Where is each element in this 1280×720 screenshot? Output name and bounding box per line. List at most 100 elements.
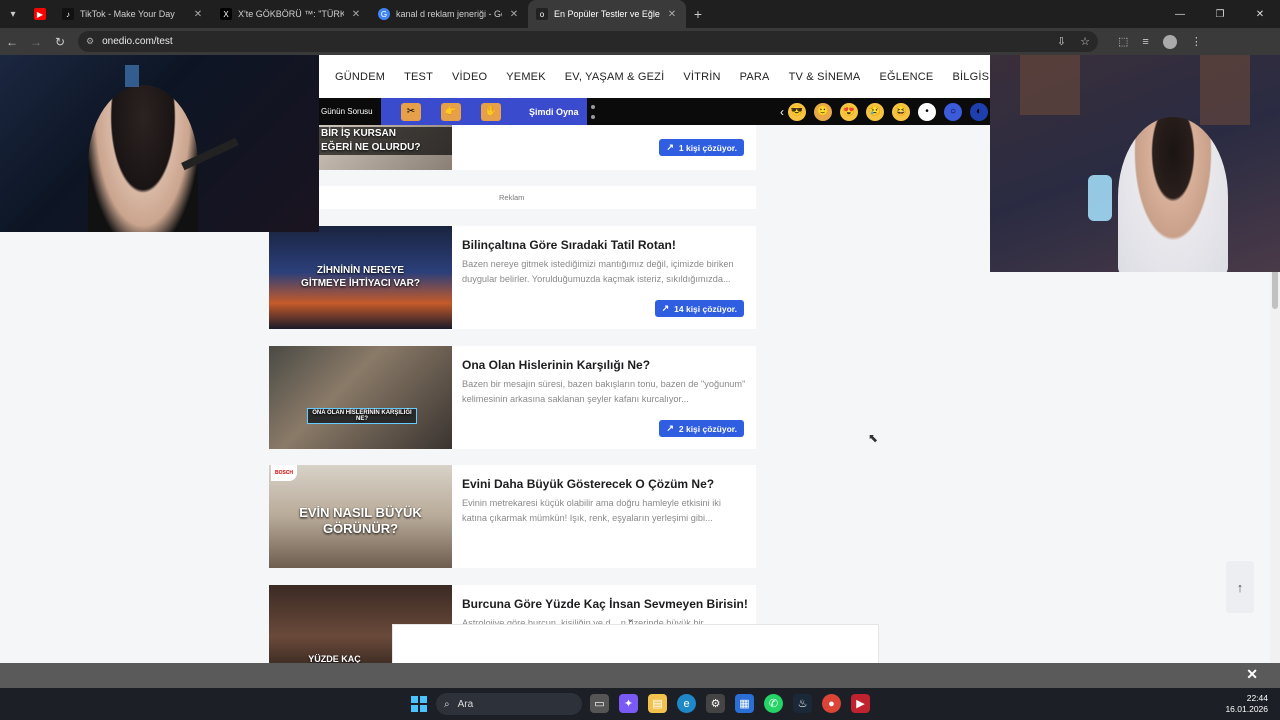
nav-item-para[interactable]: PARA	[740, 71, 770, 83]
emoji-tile-icon: ✂	[401, 102, 421, 121]
minimize-icon[interactable]: —	[1160, 0, 1200, 28]
reaction-icon[interactable]: ◐	[970, 102, 988, 121]
card-title[interactable]: Evini Daha Büyük Gösterecek O Çözüm Ne?	[462, 477, 714, 491]
nav-item-eglence[interactable]: EĞLENCE	[879, 71, 933, 83]
reaction-icon[interactable]: 😢	[866, 102, 884, 121]
bottom-overlay-bar	[0, 663, 1280, 688]
new-tab-button[interactable]: +	[686, 6, 710, 22]
forward-icon[interactable]: →	[24, 28, 48, 55]
reaction-icon[interactable]: 😍	[840, 102, 858, 121]
media-control-icon[interactable]: ≡	[1142, 36, 1148, 48]
led-light	[125, 65, 139, 87]
card-title[interactable]: Bilinçaltına Göre Sıradaki Tatil Rotan!	[462, 238, 676, 252]
chevron-left-icon[interactable]: ‹	[780, 105, 784, 119]
card-description: Bazen nereye gitmek istediğimizi mantığı…	[462, 259, 734, 284]
reaction-icon[interactable]: 😆	[892, 102, 910, 121]
nav-item-ev-yasam-gezi[interactable]: EV, YAŞAM & GEZİ	[565, 71, 665, 83]
trending-icon: ↗	[666, 423, 674, 433]
tab-title: kanal d reklam jeneriği - Google	[396, 9, 502, 19]
daily-question-emojis[interactable]: ✂ 👉 ✋	[381, 98, 521, 125]
reaction-icon[interactable]: ○	[944, 102, 962, 121]
test-card-partial[interactable]: BİR İŞ KURSAN EĞERİ NE OLURDU? ↗ 1 kişi …	[319, 125, 756, 170]
extensions-icon[interactable]: ⬚	[1118, 35, 1128, 48]
tab-google[interactable]: G kanal d reklam jeneriği - Google ✕	[370, 0, 528, 28]
url-text: onedio.com/test	[102, 36, 173, 47]
thumb-caption: ZİHNİNİN NEREYE GİTMEYE İHTİYACI VAR?	[301, 265, 420, 289]
tab-x[interactable]: X X'te GÖKBÖRÜ ™: "TÜRKİYE TÜ ✕	[212, 0, 370, 28]
settings-gear-icon[interactable]: ⚙	[706, 694, 725, 713]
nav-item-yemek[interactable]: YEMEK	[506, 71, 546, 83]
solver-count-badge[interactable]: ↗ 2 kişi çözüyor.	[659, 420, 744, 437]
carousel-dots[interactable]	[591, 104, 595, 119]
trending-icon: ↗	[661, 303, 670, 313]
address-bar-row: ← → ↻ ⚙ onedio.com/test ⇩ ☆ ⬚ ≡ ⋮	[0, 28, 1280, 55]
tab-youtube[interactable]: ▶	[26, 0, 54, 28]
toolbar-icons: ⬚ ≡ ⋮	[1118, 34, 1202, 49]
card-thumbnail[interactable]: BOSCH EVİN NASIL BÜYÜK GÖRÜNÜR?	[269, 465, 452, 568]
nav-item-vitrin[interactable]: VİTRİN	[683, 71, 720, 83]
reaction-icon[interactable]: •	[918, 102, 936, 121]
taskbar-search[interactable]: ⌕ Ara	[436, 693, 582, 715]
reaction-icons: 😎 🙂 😍 😢 😆 • ○ ◐	[788, 102, 988, 121]
card-thumbnail[interactable]: ZİHNİNİN NEREYE GİTMEYE İHTİYACI VAR?	[269, 226, 452, 329]
solver-count-badge[interactable]: ↗ 1 kişi çözüyor.	[659, 139, 744, 156]
close-icon[interactable]: ✕	[1246, 666, 1258, 683]
bottom-ad-slot[interactable]	[392, 624, 879, 663]
wall-decor	[1020, 55, 1080, 115]
reload-icon[interactable]: ↻	[48, 28, 72, 55]
copilot-icon[interactable]: ✦	[619, 694, 638, 713]
chrome-icon[interactable]: ●	[822, 694, 841, 713]
test-card[interactable]: ZİHNİNİN NEREYE GİTMEYE İHTİYACI VAR? Bi…	[269, 226, 756, 329]
tab-search-icon[interactable]: ▾	[0, 0, 26, 28]
url-input[interactable]: ⚙ onedio.com/test ⇩ ☆	[78, 31, 1098, 52]
bookmark-star-icon[interactable]: ☆	[1080, 35, 1090, 48]
reaction-icon[interactable]: 🙂	[814, 102, 832, 121]
nav-item-gundem[interactable]: GÜNDEM	[335, 71, 385, 83]
card-thumbnail[interactable]: BİR İŞ KURSAN EĞERİ NE OLURDU?	[319, 125, 452, 170]
solver-count-text: 1 kişi çözüyor.	[678, 142, 737, 153]
window-controls: — ❐ ✕	[1160, 0, 1280, 28]
site-info-icon[interactable]: ⚙	[86, 36, 94, 47]
play-now-button[interactable]: Şimdi Oyna	[521, 98, 587, 125]
close-window-icon[interactable]: ✕	[1240, 0, 1280, 28]
nav-item-test[interactable]: TEST	[404, 71, 433, 83]
start-menu-icon[interactable]	[411, 696, 427, 712]
nav-item-tv-sinema[interactable]: TV & SİNEMA	[789, 71, 861, 83]
test-card[interactable]: BOSCH EVİN NASIL BÜYÜK GÖRÜNÜR? Evini Da…	[269, 465, 756, 568]
system-clock[interactable]: 22:44 16.01.2026	[1225, 693, 1268, 715]
card-title[interactable]: Burcuna Göre Yüzde Kaç İnsan Sevmeyen Bi…	[462, 597, 748, 611]
file-explorer-icon[interactable]: ▤	[648, 694, 667, 713]
tab-close-icon[interactable]: ✕	[666, 9, 678, 20]
solver-count-badge[interactable]: ↗ 14 kişi çözüyor.	[654, 300, 744, 317]
edge-icon[interactable]: e	[677, 694, 696, 713]
tab-close-icon[interactable]: ✕	[350, 9, 362, 20]
tab-onedio[interactable]: o En Popüler Testler ve Eğlenceli ✕	[528, 0, 686, 28]
card-description: Bazen bir mesajın süresi, bazen bakışlar…	[462, 379, 746, 404]
tab-tiktok[interactable]: ♪ TikTok - Make Your Day ✕	[54, 0, 212, 28]
arrow-up-icon: ↑	[1236, 579, 1244, 595]
store-icon[interactable]: ▦	[735, 694, 754, 713]
menu-kebab-icon[interactable]: ⋮	[1191, 35, 1202, 48]
card-title[interactable]: Ona Olan Hislerinin Karşılığı Ne?	[462, 358, 650, 372]
tab-title: X'te GÖKBÖRÜ ™: "TÜRKİYE TÜ	[238, 9, 344, 19]
maximize-icon[interactable]: ❐	[1200, 0, 1240, 28]
tab-close-icon[interactable]: ✕	[508, 9, 520, 20]
clock-date: 16.01.2026	[1225, 704, 1268, 714]
sponsor-logo: BOSCH	[271, 465, 297, 481]
tab-close-icon[interactable]: ✕	[192, 9, 204, 20]
wall-decor	[1200, 55, 1250, 125]
test-card[interactable]: ONA OLAN HİSLERİNİN KARŞILIĞI NE? Ona Ol…	[269, 346, 756, 449]
whatsapp-icon[interactable]: ✆	[764, 694, 783, 713]
install-icon[interactable]: ⇩	[1057, 35, 1066, 48]
streamer-figure	[1118, 117, 1228, 272]
profile-avatar[interactable]	[1162, 34, 1177, 49]
media-app-icon[interactable]: ▶	[851, 694, 870, 713]
scroll-to-top-button[interactable]: ↑	[1226, 561, 1254, 613]
back-icon[interactable]: ←	[0, 28, 24, 55]
steam-icon[interactable]: ♨	[793, 694, 812, 713]
nav-item-video[interactable]: VİDEO	[452, 71, 487, 83]
reaction-icon[interactable]: 😎	[788, 102, 806, 121]
card-thumbnail[interactable]: ONA OLAN HİSLERİNİN KARŞILIĞI NE?	[269, 346, 452, 449]
screen: ▾ ▶ ♪ TikTok - Make Your Day ✕ X X'te GÖ…	[0, 0, 1280, 720]
task-view-icon[interactable]: ▭	[590, 694, 609, 713]
